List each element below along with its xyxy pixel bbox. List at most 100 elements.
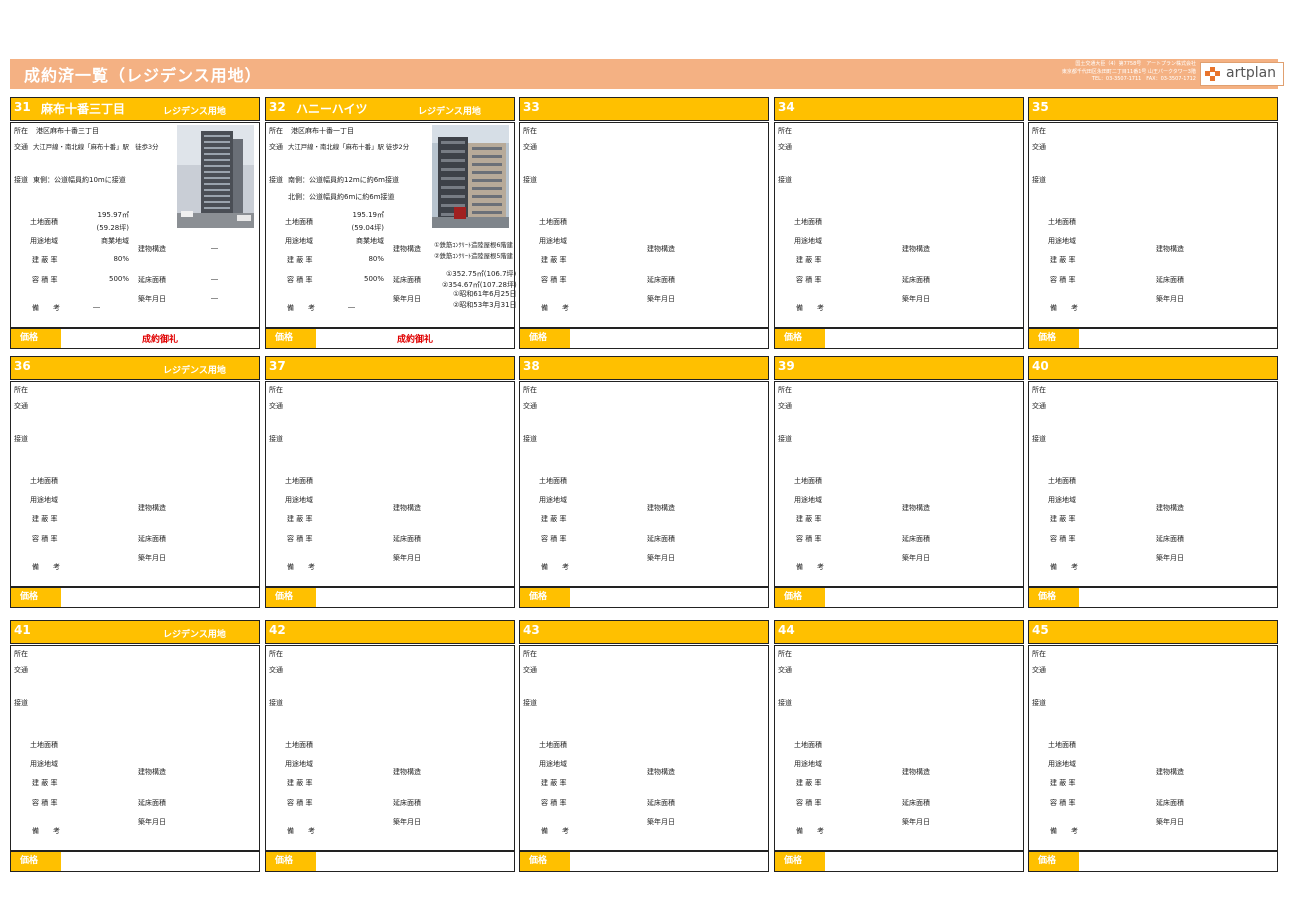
category-tag: レジデンス用地: [163, 630, 226, 640]
floor-area-label: 延床面積: [393, 276, 421, 284]
card-header: 45: [1028, 620, 1278, 644]
access-label: 交通: [14, 666, 28, 674]
zoning-label: 用途地域: [794, 237, 822, 245]
zoning-label: 用途地域: [30, 237, 58, 245]
card-details: 所在 交通 接道 土地面積 用途地域 建 蔽 率 容 積 率 備 考 建物構造 …: [10, 645, 260, 851]
far-label: 容 積 率: [796, 799, 822, 807]
property-number: 34: [778, 100, 795, 114]
coverage-label: 建 蔽 率: [287, 256, 313, 264]
company-info: 国土交通大臣（4）第7758号 アートプラン株式会社 東京都千代田区永田町二丁目…: [1010, 61, 1196, 84]
price-label: 価格: [775, 329, 825, 348]
land-area-label: 土地面積: [1048, 477, 1076, 485]
access-label: 交通: [523, 666, 537, 674]
zoning-label: 用途地域: [539, 760, 567, 768]
property-card-43: 43 所在 交通 接道 土地面積 用途地域 建 蔽 率 容 積 率 備 考 建物…: [519, 620, 769, 876]
logo-mark-icon: [1205, 67, 1220, 81]
location-label: 所在: [1032, 127, 1046, 135]
built-date-label: 築年月日: [1156, 818, 1184, 826]
remarks-label: 備 考: [1050, 827, 1078, 835]
price-value: 成約御礼: [397, 335, 434, 345]
far-label: 容 積 率: [1050, 799, 1076, 807]
built-date-label: 築年月日: [1156, 554, 1184, 562]
coverage-value: 80%: [113, 255, 129, 263]
card-header: 43: [519, 620, 769, 644]
card-details: 所在 港区麻布十番一丁目 交通 大江戸線・南北線「麻布十番」駅 徒歩2分 接道 …: [265, 122, 517, 328]
road-label: 接道: [778, 435, 792, 443]
land-area-tsubo: (59.04坪): [351, 224, 384, 232]
category-tag: レジデンス用地: [163, 366, 226, 376]
road-label: 接道: [523, 176, 537, 184]
road-label: 接道: [269, 176, 283, 184]
remarks-label: 備 考: [32, 827, 60, 835]
land-area-value: 195.19㎡: [352, 211, 385, 219]
property-number: 33: [523, 100, 540, 114]
built-date-value-2: ②昭和53年3月31日: [453, 301, 517, 309]
property-number: 39: [778, 359, 795, 373]
land-area-label: 土地面積: [30, 218, 58, 226]
structure-label: 建物構造: [902, 504, 930, 512]
land-area-label: 土地面積: [794, 477, 822, 485]
card-details: 所在 交通 接道 土地面積 用途地域 建 蔽 率 容 積 率 備 考 建物構造 …: [1028, 645, 1278, 851]
card-header: 33: [519, 97, 769, 121]
access-label: 交通: [269, 143, 283, 151]
access-label: 交通: [269, 402, 283, 410]
property-number: 42: [269, 623, 286, 637]
location-label: 所在: [14, 650, 28, 658]
floor-area-label: 延床面積: [393, 535, 421, 543]
card-header: 36 レジデンス用地: [10, 356, 260, 380]
access-label: 交通: [14, 143, 28, 151]
property-card-31: 31 麻布十番三丁目 レジデンス用地 所在 港区麻布十番三丁目 交通 大江戸線・…: [10, 97, 260, 353]
land-area-label: 土地面積: [539, 218, 567, 226]
zoning-value: 商業地域: [356, 237, 384, 245]
remarks-label: 備 考: [287, 304, 315, 312]
property-name: ハニーハイツ: [296, 102, 368, 116]
price-row: 価格: [519, 851, 769, 872]
built-date-label: 築年月日: [902, 554, 930, 562]
property-number: 44: [778, 623, 795, 637]
floor-area-label: 延床面積: [647, 799, 675, 807]
far-label: 容 積 率: [287, 799, 313, 807]
access-label: 交通: [523, 143, 537, 151]
card-header: 44: [774, 620, 1024, 644]
structure-label: 建物構造: [647, 504, 675, 512]
remarks-label: 備 考: [1050, 563, 1078, 571]
floor-area-label: 延床面積: [647, 535, 675, 543]
price-label: 価格: [266, 588, 316, 607]
structure-label: 建物構造: [902, 245, 930, 253]
property-card-45: 45 所在 交通 接道 土地面積 用途地域 建 蔽 率 容 積 率 備 考 建物…: [1028, 620, 1278, 876]
building-photo: [177, 125, 254, 228]
property-card-39: 39 所在 交通 接道 土地面積 用途地域 建 蔽 率 容 積 率 備 考 建物…: [774, 356, 1024, 612]
road-value-1: 東側：公道幅員約10mに接道: [33, 176, 126, 184]
coverage-label: 建 蔽 率: [796, 515, 822, 523]
property-number: 36: [14, 359, 31, 373]
location-label: 所在: [523, 386, 537, 394]
property-card-34: 34 所在 交通 接道 土地面積 用途地域 建 蔽 率 容 積 率 備 考 建物…: [774, 97, 1024, 353]
structure-label: 建物構造: [647, 245, 675, 253]
card-details: 所在 交通 接道 土地面積 用途地域 建 蔽 率 容 積 率 備 考 建物構造 …: [265, 381, 515, 587]
access-label: 交通: [778, 402, 792, 410]
access-label: 交通: [1032, 666, 1046, 674]
zoning-label: 用途地域: [285, 760, 313, 768]
built-date-label: 築年月日: [902, 818, 930, 826]
price-row: 価格: [1028, 851, 1278, 872]
structure-label: 建物構造: [647, 768, 675, 776]
zoning-label: 用途地域: [1048, 496, 1076, 504]
floor-area-label: 延床面積: [647, 276, 675, 284]
structure-value-2: ②鉄筋ｺﾝｸﾘｰﾄ造陸屋根5階建: [434, 253, 513, 260]
price-row: 価格: [265, 851, 515, 872]
coverage-label: 建 蔽 率: [1050, 256, 1076, 264]
remarks-value: ―: [348, 303, 355, 311]
property-card-32: 32 ハニーハイツ レジデンス用地 所在 港区麻布十番一丁目 交通 大江戸線・南…: [265, 97, 517, 353]
location-value: 港区麻布十番三丁目: [36, 127, 99, 135]
coverage-label: 建 蔽 率: [541, 256, 567, 264]
card-header: 31 麻布十番三丁目 レジデンス用地: [10, 97, 260, 121]
category-tag: レジデンス用地: [163, 107, 226, 117]
price-row: 価格 成約御礼: [10, 328, 260, 349]
property-card-42: 42 所在 交通 接道 土地面積 用途地域 建 蔽 率 容 積 率 備 考 建物…: [265, 620, 515, 876]
company-address: 東京都千代田区永田町二丁目11番1号 山王パークタワー3階: [1061, 68, 1196, 75]
built-date-label: 築年月日: [647, 554, 675, 562]
price-row: 価格 成約御礼: [265, 328, 515, 349]
access-label: 交通: [269, 666, 283, 674]
remarks-label: 備 考: [541, 827, 569, 835]
coverage-label: 建 蔽 率: [1050, 779, 1076, 787]
